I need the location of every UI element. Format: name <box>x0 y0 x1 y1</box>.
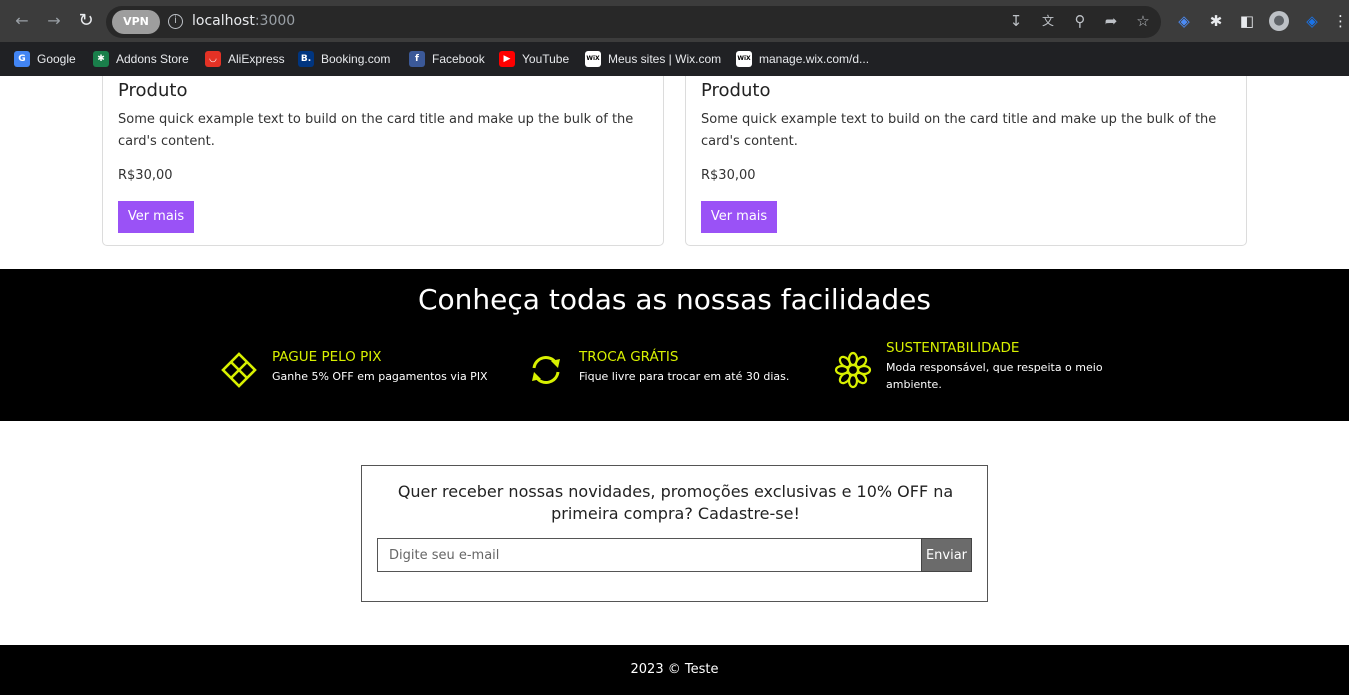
product-description: Some quick example text to build on the … <box>118 112 634 149</box>
zoom-icon[interactable]: ⚲ <box>1070 11 1090 31</box>
url-host: localhost <box>192 13 255 29</box>
bookmark-label: AliExpress <box>228 52 285 66</box>
bookmark-item[interactable]: ◡ AliExpress <box>205 49 285 69</box>
bookmark-item[interactable]: WiX manage.wix.com/d... <box>736 49 869 69</box>
feature-title: TROCA GRÁTIS <box>579 349 679 365</box>
translate-icon[interactable]: 文 <box>1038 11 1058 31</box>
footer: 2023 © Teste <box>0 645 1349 695</box>
url-port: :3000 <box>254 13 296 29</box>
product-price: R$30,00 <box>701 168 756 183</box>
product-card: Produto Some quick example text to build… <box>102 76 664 246</box>
page-content: Produto Some quick example text to build… <box>0 76 1349 695</box>
back-icon[interactable]: ← <box>12 11 32 31</box>
feature-title: PAGUE PELO PIX <box>272 349 382 365</box>
feature-exchange: TROCA GRÁTIS Fique livre para trocar em … <box>527 349 789 389</box>
share-icon[interactable]: ➦ <box>1101 11 1121 31</box>
bookmark-label: Addons Store <box>116 52 189 66</box>
product-title: Produto <box>118 80 188 101</box>
wix-icon: WiX <box>585 51 601 67</box>
url-text[interactable]: localhost:3000 <box>192 13 295 29</box>
product-title: Produto <box>701 80 771 101</box>
newsletter-box: Quer receber nossas novidades, promoções… <box>361 465 988 602</box>
feature-description: Moda responsável, que respeita o meio am… <box>886 361 1103 391</box>
bookmark-label: Google <box>37 52 76 66</box>
install-icon[interactable]: ↧ <box>1006 11 1026 31</box>
browser-chrome: ← → ↻ VPN i localhost:3000 ↧ 文 ⚲ ➦ ☆ ◈ ✱… <box>0 0 1349 76</box>
addons-store-icon: ✱ <box>93 51 109 67</box>
browser-toolbar: ← → ↻ VPN i localhost:3000 ↧ 文 ⚲ ➦ ☆ ◈ ✱… <box>0 0 1349 42</box>
exchange-icon <box>532 356 560 384</box>
bookmark-label: Meus sites | Wix.com <box>608 52 722 66</box>
product-card: Produto Some quick example text to build… <box>685 76 1247 246</box>
flower-icon <box>834 351 872 389</box>
side-panel-icon[interactable]: ◧ <box>1237 11 1257 31</box>
lock-extension-icon[interactable]: ◈ <box>1174 11 1194 31</box>
bookmark-label: Facebook <box>432 52 485 66</box>
newsletter-title: Quer receber nossas novidades, promoções… <box>397 482 954 523</box>
product-price: R$30,00 <box>118 168 173 183</box>
feature-title: SUSTENTABILIDADE <box>886 340 1020 356</box>
bookmark-item[interactable]: WiX Meus sites | Wix.com <box>585 49 721 69</box>
shield-icon[interactable]: ◈ <box>1302 11 1322 31</box>
feature-sustainability: SUSTENTABILIDADE Moda responsável, que r… <box>834 340 1106 393</box>
see-more-button[interactable]: Ver mais <box>118 201 194 233</box>
bookmark-label: Booking.com <box>321 52 391 66</box>
footer-text: 2023 © Teste <box>630 662 719 677</box>
features-title: Conheça todas as nossas facilidades <box>418 283 931 316</box>
bookmark-item[interactable]: ✱ Addons Store <box>93 49 189 69</box>
bookmark-item[interactable]: ▶ YouTube <box>499 49 569 69</box>
features-section: Conheça todas as nossas facilidades PAGU… <box>0 269 1349 421</box>
bookmark-item[interactable]: B. Booking.com <box>298 49 390 69</box>
vpn-badge[interactable]: VPN <box>112 10 160 34</box>
feature-description: Ganhe 5% OFF em pagamentos via PIX <box>272 370 488 383</box>
bookmark-label: manage.wix.com/d... <box>759 52 870 66</box>
site-info-icon[interactable]: i <box>168 14 183 29</box>
google-icon: G <box>14 51 30 67</box>
feature-description: Fique livre para trocar em até 30 dias. <box>579 370 790 383</box>
booking-icon: B. <box>298 51 314 67</box>
forward-icon[interactable]: → <box>44 11 64 31</box>
extensions-icon[interactable]: ✱ <box>1206 11 1226 31</box>
profile-avatar-icon[interactable]: ● <box>1269 11 1289 31</box>
product-description: Some quick example text to build on the … <box>701 112 1217 149</box>
bookmark-item[interactable]: f Facebook <box>409 49 485 69</box>
wix-icon: WiX <box>736 51 752 67</box>
youtube-icon: ▶ <box>499 51 515 67</box>
bookmark-item[interactable]: G Google <box>14 49 76 69</box>
bookmark-star-icon[interactable]: ☆ <box>1133 11 1153 31</box>
email-input[interactable] <box>377 538 922 572</box>
aliexpress-icon: ◡ <box>205 51 221 67</box>
send-button[interactable]: Enviar <box>921 538 972 572</box>
see-more-button[interactable]: Ver mais <box>701 201 777 233</box>
bookmark-label: YouTube <box>522 52 570 66</box>
pix-icon <box>221 352 257 388</box>
facebook-icon: f <box>409 51 425 67</box>
reload-icon[interactable]: ↻ <box>76 11 96 31</box>
menu-dots-icon[interactable]: ⋮ <box>1333 11 1348 31</box>
bookmarks-bar: G Google ✱ Addons Store ◡ AliExpress B. Booking… <box>0 42 1349 76</box>
feature-pix: PAGUE PELO PIX Ganhe 5% OFF em pagamento… <box>220 349 488 389</box>
